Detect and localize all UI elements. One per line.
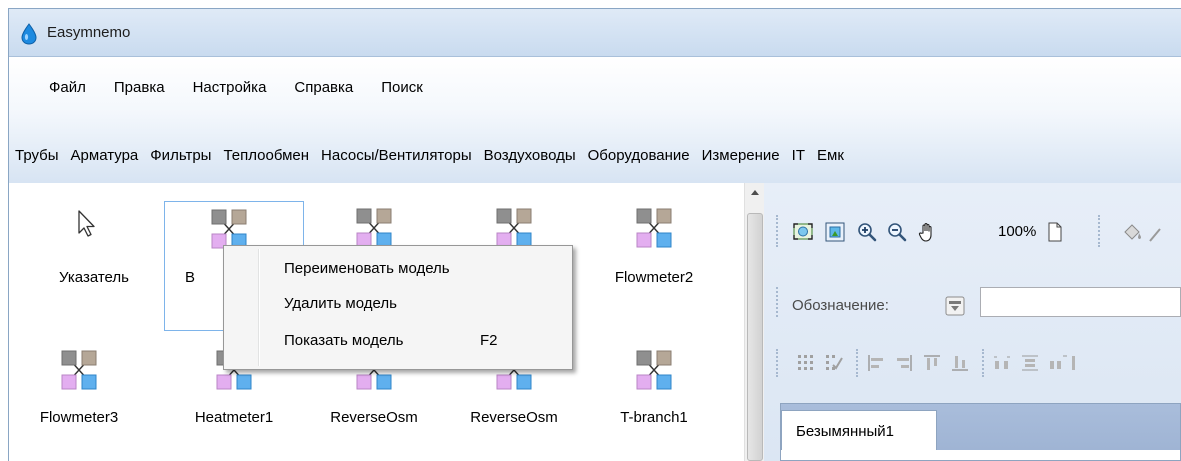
window-title: Easymnemo: [47, 24, 131, 41]
model-flowmeter3[interactable]: Flowmeter3: [9, 343, 149, 461]
network-icon: [634, 349, 674, 391]
menu-item-delete-model[interactable]: Удалить модель: [284, 295, 397, 312]
document-area: Безымянный1: [780, 403, 1181, 461]
category-equipment[interactable]: Оборудование: [582, 143, 696, 168]
tab-document[interactable]: Безымянный1: [781, 410, 937, 450]
more-align-icon[interactable]: [1070, 353, 1090, 373]
pointer-arrow-icon: [78, 210, 95, 237]
align-toolbar: [764, 341, 1181, 381]
menu-item-show-model[interactable]: Показать модель: [284, 332, 403, 349]
menu-bar: Файл Правка Настройка Справка Поиск: [39, 75, 441, 100]
distribute-horizontal-icon[interactable]: [992, 353, 1012, 373]
model-flowmeter2[interactable]: Flowmeter2: [584, 203, 724, 333]
designation-label: Обозначение:: [792, 297, 889, 314]
distribute-center-icon[interactable]: [1020, 353, 1040, 373]
category-heat-exchange[interactable]: Теплообмен: [217, 143, 315, 168]
model-label: ReverseOsm: [470, 409, 558, 426]
zoom-out-icon[interactable]: [886, 221, 908, 243]
network-icon: [354, 207, 394, 249]
toolbar-grip: [1098, 215, 1100, 247]
align-top-icon[interactable]: [922, 353, 942, 373]
category-tanks[interactable]: Емк: [811, 143, 850, 168]
model-label: Heatmeter1: [194, 409, 274, 426]
model-connection-icon: [356, 208, 392, 248]
align-bottom-icon[interactable]: [950, 353, 970, 373]
model-t-branch1[interactable]: T-branch1: [584, 343, 724, 461]
menu-file[interactable]: Файл: [39, 75, 96, 100]
title-bar: Easymnemo: [9, 9, 1181, 57]
app-window: Easymnemo Файл Правка Настройка Справка …: [8, 8, 1181, 461]
scroll-up-arrow-icon[interactable]: [745, 183, 765, 203]
network-icon: [634, 207, 674, 249]
same-size-icon[interactable]: [1048, 353, 1068, 373]
network-icon: [209, 208, 249, 250]
scroll-thumb[interactable]: [747, 213, 763, 461]
toolbar-separator: [856, 349, 858, 377]
menu-ribbon: Файл Правка Настройка Справка Поиск Труб…: [9, 57, 1181, 183]
model-pointer[interactable]: Указатель: [24, 203, 164, 333]
document-tab-strip: Безымянный1: [781, 404, 1180, 450]
model-connection-icon: [496, 208, 532, 248]
designation-row: Обозначение:: [764, 267, 1181, 317]
model-label: ReverseOsm: [330, 409, 418, 426]
menu-edit[interactable]: Правка: [104, 75, 175, 100]
designation-input[interactable]: [980, 287, 1181, 317]
menu-search[interactable]: Поиск: [371, 75, 433, 100]
grid-icon[interactable]: [796, 353, 816, 373]
network-icon: [59, 349, 99, 391]
fit-page-icon[interactable]: [792, 221, 814, 243]
toolbar-grip: [776, 287, 778, 317]
network-icon: [494, 207, 534, 249]
model-connection-icon: [636, 350, 672, 390]
editor-panel: 100% Обозначение: Безымянный1: [764, 183, 1181, 461]
model-connection-icon: [636, 208, 672, 248]
model-label: Flowmeter2: [614, 269, 694, 286]
new-page-icon[interactable]: [1044, 221, 1066, 243]
fill-bucket-icon[interactable]: [1121, 221, 1143, 243]
zoom-in-icon[interactable]: [856, 221, 878, 243]
menu-help[interactable]: Справка: [284, 75, 363, 100]
water-drop-icon: [21, 23, 37, 45]
category-fittings[interactable]: Арматура: [65, 143, 145, 168]
model-label: Flowmeter3: [39, 409, 119, 426]
toolbar-grip: [776, 215, 778, 247]
category-filters[interactable]: Фильтры: [144, 143, 217, 168]
menu-item-rename-model[interactable]: Переименовать модель: [284, 260, 450, 277]
category-tabs: Трубы Арматура Фильтры Теплообмен Насосы…: [9, 143, 850, 168]
toolbar-separator: [982, 349, 984, 377]
palette-scrollbar[interactable]: [744, 183, 764, 461]
category-pipes[interactable]: Трубы: [9, 143, 65, 168]
category-it[interactable]: IT: [786, 143, 811, 168]
category-measurement[interactable]: Измерение: [696, 143, 786, 168]
toolbar-grip: [776, 349, 778, 377]
snap-grid-icon[interactable]: [824, 353, 844, 373]
pointer-icon-box: [66, 203, 106, 243]
model-label: Указатель: [59, 269, 129, 286]
model-label: T-branch1: [620, 409, 688, 426]
fit-selection-icon[interactable]: [824, 221, 846, 243]
zoom-level: 100%: [998, 223, 1037, 240]
align-right-icon[interactable]: [894, 353, 914, 373]
menu-item-shortcut: F2: [480, 332, 498, 349]
model-context-menu: Переименовать модель Удалить модель Пока…: [223, 245, 573, 370]
pan-hand-icon[interactable]: [916, 221, 938, 243]
menu-settings[interactable]: Настройка: [183, 75, 277, 100]
view-toolbar: 100%: [776, 193, 1181, 253]
category-pumps-fans[interactable]: Насосы/Вентиляторы: [315, 143, 478, 168]
category-air-ducts[interactable]: Воздуховоды: [478, 143, 582, 168]
model-connection-icon: [211, 209, 247, 249]
align-left-icon[interactable]: [866, 353, 886, 373]
model-connection-icon: [61, 350, 97, 390]
designation-dropdown-icon[interactable]: [944, 295, 966, 317]
line-tool-icon[interactable]: [1148, 221, 1170, 243]
